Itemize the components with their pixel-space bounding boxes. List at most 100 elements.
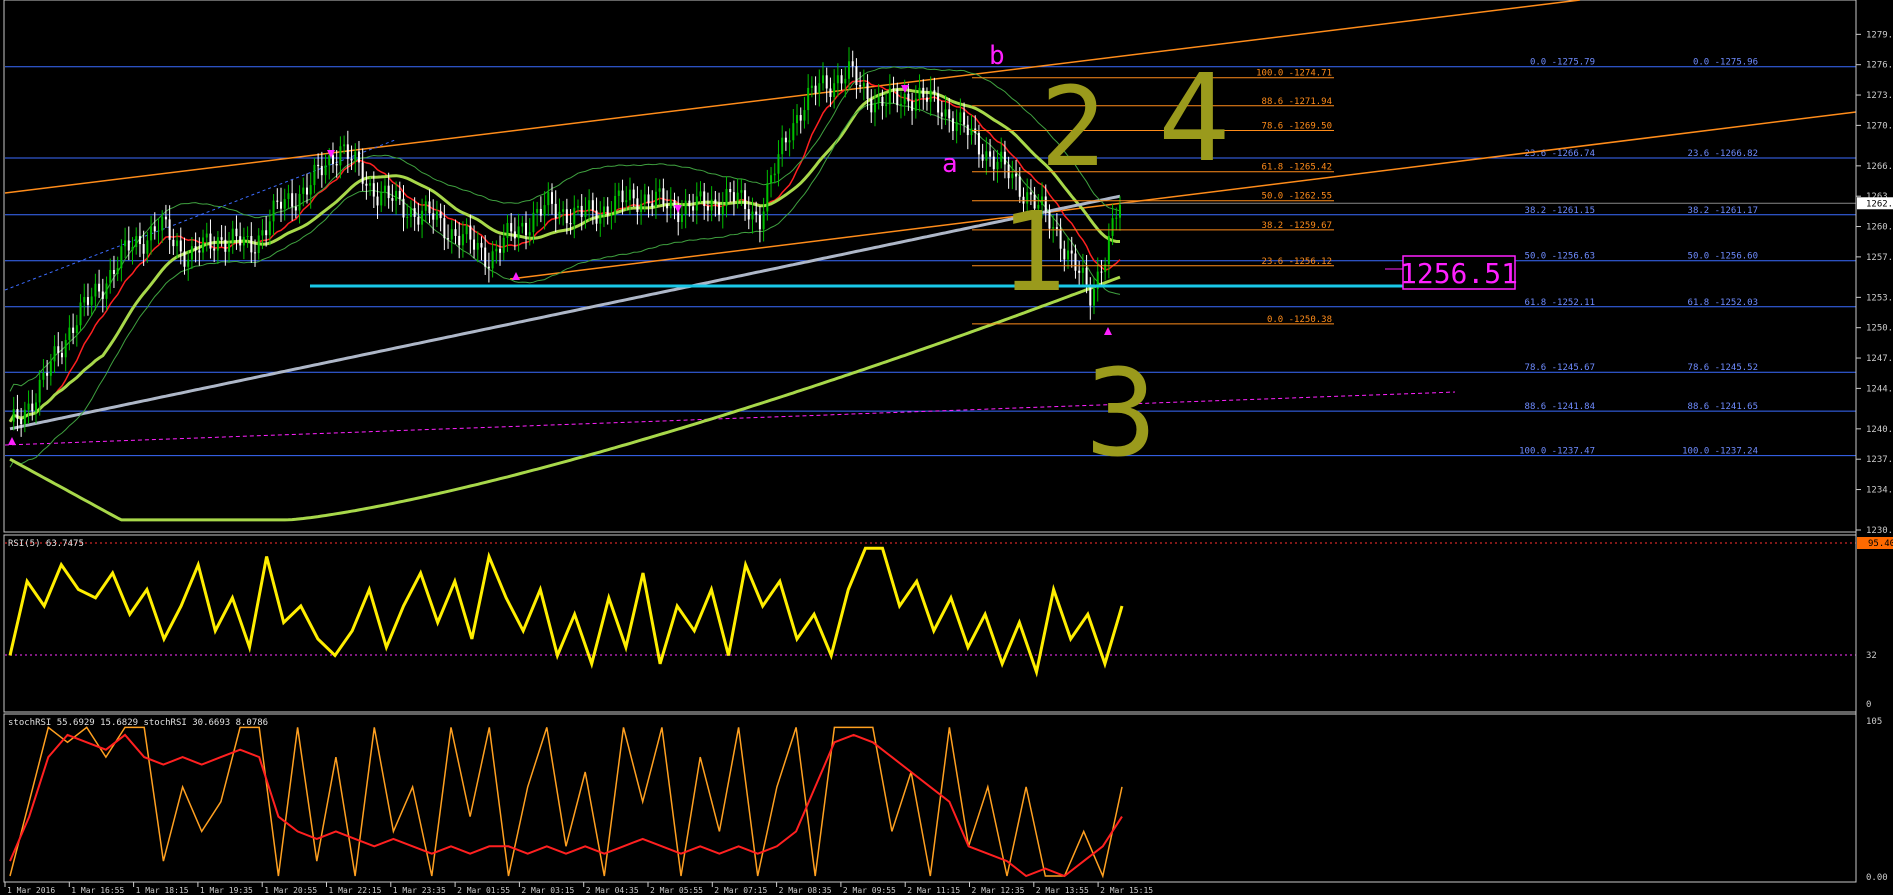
candle-body — [487, 266, 490, 269]
candle-body — [480, 242, 483, 248]
candle-body — [1078, 270, 1081, 273]
time-tick-label: 2 Mar 03:15 — [521, 886, 574, 895]
candle-body — [684, 200, 687, 215]
candle-body — [328, 155, 331, 166]
fib-orange-label: 78.6 -1269.50 — [1262, 121, 1332, 131]
price-tick-label: 1237. — [1866, 455, 1893, 465]
candle-body — [822, 75, 825, 84]
candle-body — [588, 200, 591, 212]
candle-body — [205, 233, 208, 238]
candle-body — [736, 192, 739, 202]
candle-body — [287, 193, 290, 200]
candle-body — [409, 208, 412, 217]
time-tick-label: 2 Mar 08:35 — [779, 886, 832, 895]
candle-body — [213, 248, 216, 251]
candle-body — [16, 409, 19, 419]
candle-body — [714, 199, 717, 203]
candle-body — [391, 198, 394, 201]
candle-body — [302, 187, 305, 194]
candle-body — [220, 237, 223, 240]
candle-body — [339, 146, 342, 166]
price-tick-label: 1234. — [1866, 486, 1893, 496]
candle-body — [669, 199, 672, 209]
candle-body — [294, 206, 297, 211]
candle-body — [280, 201, 283, 209]
candle-body — [313, 164, 316, 186]
time-tick-label: 1 Mar 16:55 — [71, 886, 124, 895]
candle-body — [944, 109, 947, 117]
candle-body — [361, 162, 364, 184]
fib-blue-label-right: 38.2 -1261.17 — [1688, 206, 1758, 216]
candle-body — [190, 246, 193, 260]
candle-body — [257, 235, 260, 254]
candle-body — [647, 194, 650, 204]
candle-body — [788, 140, 791, 143]
candle-body — [591, 200, 594, 211]
fib-orange-label: 100.0 -1274.71 — [1256, 69, 1332, 79]
candle-body — [617, 190, 620, 196]
candle-body — [305, 187, 308, 195]
candle-body — [610, 214, 613, 216]
candle-body — [354, 151, 357, 161]
candle-body — [606, 206, 609, 216]
wave-number-2: 2 — [1040, 63, 1106, 191]
time-tick-label: 1 Mar 19:35 — [200, 886, 253, 895]
candle-body — [450, 229, 453, 240]
candle-body — [101, 291, 104, 299]
candle-body — [428, 201, 431, 214]
candle-body — [584, 211, 587, 217]
candle-body — [602, 206, 605, 215]
time-tick-label: 2 Mar 13:55 — [1036, 886, 1089, 895]
fib-blue-label-right: 0.0 -1275.96 — [1693, 58, 1758, 68]
candle-body — [551, 192, 554, 204]
trading-chart[interactable]: 0.0 -1275.79 0.0 -1275.96 23.6 -1266.74 23.… — [0, 0, 1893, 895]
candle-body — [695, 196, 698, 211]
candle-body — [692, 206, 695, 211]
fib-blue-label-left: 61.8 -1252.11 — [1525, 298, 1595, 308]
candle-body — [335, 163, 338, 166]
candle-body — [109, 269, 112, 284]
candle-body — [1093, 289, 1096, 306]
price-tick-label: 1257. — [1866, 253, 1893, 263]
wave-letter-a: a — [942, 149, 958, 179]
candle-body — [873, 102, 876, 113]
candle-body — [42, 372, 45, 380]
candle-body — [517, 226, 520, 239]
candle-body — [1074, 253, 1077, 271]
price-tick-label: 1247. — [1866, 354, 1893, 364]
candle-body — [703, 191, 706, 207]
candle-body — [402, 198, 405, 218]
candle-body — [836, 75, 839, 84]
candle-body — [903, 93, 906, 104]
candle-body — [851, 61, 854, 67]
stoch-tick-0: 0.00 — [1866, 873, 1888, 883]
candle-body — [573, 207, 576, 225]
candle-body — [621, 190, 624, 203]
candle-body — [773, 173, 776, 176]
fib-orange-label: 0.0 -1250.38 — [1267, 315, 1332, 325]
candle-body — [357, 151, 360, 163]
candle-body — [870, 98, 873, 113]
price-tick-label: 1270. — [1866, 121, 1893, 131]
candle-body — [161, 216, 164, 231]
candle-body — [1015, 173, 1018, 177]
candle-body — [721, 206, 724, 215]
rsi-label: RSI(5) 63.7475 — [8, 539, 84, 549]
fib-blue-label-right: 100.0 -1237.24 — [1682, 447, 1758, 457]
candle-body — [833, 83, 836, 97]
candle-body — [98, 283, 101, 292]
candle-body — [276, 200, 279, 202]
candle-body — [343, 144, 346, 147]
candle-body — [925, 97, 928, 102]
candle-body — [469, 225, 472, 240]
time-tick-label: 1 Mar 22:15 — [329, 886, 382, 895]
candle-body — [135, 236, 138, 247]
candle-body — [432, 213, 435, 220]
time-tick-label: 2 Mar 01:55 — [457, 886, 510, 895]
candle-body — [346, 144, 349, 159]
candle-body — [818, 83, 821, 94]
candle-body — [881, 96, 884, 107]
candle-body — [862, 83, 865, 87]
candle-body — [380, 192, 383, 206]
candle-body — [1115, 217, 1118, 219]
